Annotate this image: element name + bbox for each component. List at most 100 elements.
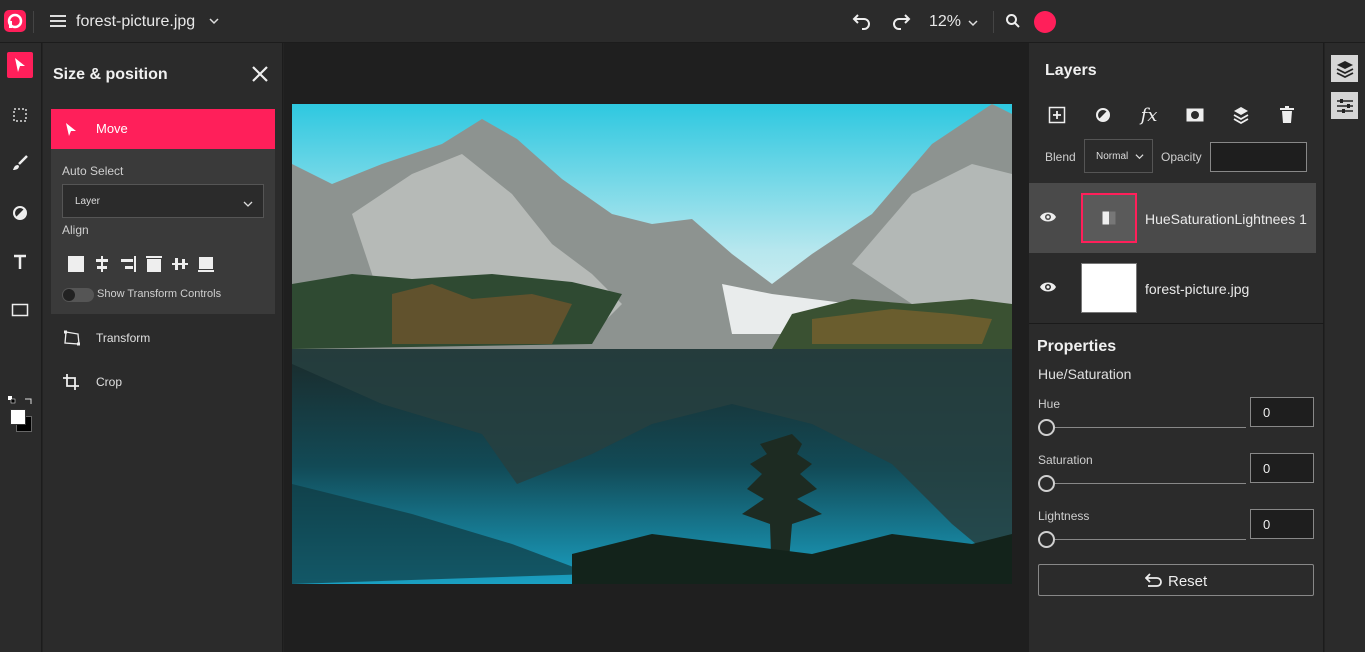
visibility-eye-icon[interactable] bbox=[1039, 280, 1057, 298]
properties-title: Properties bbox=[1037, 338, 1117, 355]
hue-value: 0 bbox=[1263, 405, 1271, 420]
opacity-label: Opacity bbox=[1161, 150, 1202, 164]
show-transform-label: Show Transform Controls bbox=[97, 288, 222, 300]
move-icon bbox=[64, 122, 78, 142]
align-right-icon[interactable] bbox=[119, 255, 137, 273]
left-toolbar bbox=[0, 43, 42, 652]
lightness-input[interactable]: 0 bbox=[1250, 509, 1314, 539]
transform-option[interactable]: Transform bbox=[51, 318, 275, 358]
auto-select-value: Layer bbox=[75, 196, 101, 207]
auto-select-label: Auto Select bbox=[62, 164, 124, 178]
lightness-slider-track[interactable] bbox=[1046, 539, 1246, 540]
layer-item[interactable]: HueSaturationLightnees 1 bbox=[1029, 183, 1316, 253]
reset-icon bbox=[1145, 573, 1162, 587]
auto-select-dropdown[interactable]: Layer bbox=[62, 184, 264, 218]
menu-icon[interactable] bbox=[50, 15, 66, 28]
chevron-down-icon bbox=[1135, 154, 1144, 160]
show-transform-toggle[interactable] bbox=[62, 288, 94, 302]
opacity-input[interactable] bbox=[1210, 142, 1307, 172]
move-tool-icon[interactable] bbox=[7, 52, 33, 78]
color-swatches[interactable] bbox=[8, 396, 34, 432]
swap-colors-icon[interactable] bbox=[24, 396, 33, 405]
layer-item[interactable]: forest-picture.jpg bbox=[1029, 253, 1316, 323]
hue-slider-knob[interactable] bbox=[1038, 419, 1055, 436]
hue-label: Hue bbox=[1038, 397, 1061, 411]
align-buttons bbox=[67, 255, 215, 273]
lightness-label: Lightness bbox=[1038, 509, 1090, 523]
redo-icon[interactable] bbox=[891, 12, 911, 35]
transform-icon bbox=[63, 330, 81, 351]
layer-thumbnail bbox=[1081, 263, 1137, 313]
avatar[interactable] bbox=[1034, 11, 1056, 33]
reset-button[interactable]: Reset bbox=[1038, 564, 1314, 596]
tool-panel: Size & position Move Auto Select Layer A… bbox=[43, 43, 283, 652]
lightness-slider-knob[interactable] bbox=[1038, 531, 1055, 548]
lightness-value: 0 bbox=[1263, 517, 1271, 532]
layer-name: HueSaturationLightnees 1 bbox=[1145, 211, 1307, 227]
saturation-input[interactable]: 0 bbox=[1250, 453, 1314, 483]
move-option[interactable]: Move bbox=[51, 109, 275, 149]
align-center-horizontal-icon[interactable] bbox=[93, 255, 111, 273]
chevron-down-icon[interactable] bbox=[209, 13, 219, 31]
panel-title: Size & position bbox=[53, 66, 168, 83]
canvas-area[interactable] bbox=[284, 43, 1029, 652]
layer-name: forest-picture.jpg bbox=[1145, 281, 1250, 297]
canvas-image[interactable] bbox=[292, 104, 1012, 584]
divider bbox=[1029, 323, 1324, 324]
saturation-slider-knob[interactable] bbox=[1038, 475, 1055, 492]
layers-panel-icon[interactable] bbox=[1331, 55, 1358, 82]
move-options: Auto Select Layer Align Show Transform C… bbox=[51, 149, 275, 314]
crop-option[interactable]: Crop bbox=[51, 362, 275, 402]
blend-label: Blend bbox=[1045, 150, 1076, 164]
marquee-tool-icon[interactable] bbox=[7, 102, 33, 128]
align-left-icon[interactable] bbox=[67, 255, 85, 273]
adjust-tool-icon[interactable] bbox=[7, 200, 33, 226]
right-panel-switcher bbox=[1325, 43, 1365, 652]
saturation-label: Saturation bbox=[1038, 453, 1093, 467]
saturation-slider-track[interactable] bbox=[1046, 483, 1246, 484]
hue-input[interactable]: 0 bbox=[1250, 397, 1314, 427]
layer-tools: fx bbox=[1047, 105, 1297, 126]
align-center-vertical-icon[interactable] bbox=[171, 255, 189, 273]
shape-tool-icon[interactable] bbox=[7, 297, 33, 323]
stack-icon[interactable] bbox=[1231, 105, 1251, 125]
search-icon[interactable] bbox=[1005, 13, 1021, 34]
zoom-level[interactable]: 12% bbox=[929, 13, 961, 31]
mask-icon[interactable] bbox=[1185, 105, 1205, 125]
layers-title: Layers bbox=[1045, 62, 1097, 79]
undo-icon[interactable] bbox=[852, 12, 872, 35]
top-bar: forest-picture.jpg 12% bbox=[0, 0, 1365, 43]
layer-thumbnail bbox=[1081, 193, 1137, 243]
add-layer-icon[interactable] bbox=[1047, 105, 1067, 125]
align-top-icon[interactable] bbox=[145, 255, 163, 273]
app-logo-icon[interactable] bbox=[4, 10, 26, 32]
default-colors-icon[interactable] bbox=[8, 396, 16, 404]
move-label: Move bbox=[96, 121, 128, 136]
blend-mode-dropdown[interactable]: Normal bbox=[1084, 139, 1153, 173]
text-tool-icon[interactable] bbox=[7, 249, 33, 275]
delete-icon[interactable] bbox=[1277, 105, 1297, 125]
properties-subtitle: Hue/Saturation bbox=[1038, 366, 1132, 382]
align-label: Align bbox=[62, 223, 89, 237]
hue-slider-track[interactable] bbox=[1046, 427, 1246, 428]
document-title[interactable]: forest-picture.jpg bbox=[76, 13, 195, 31]
transform-label: Transform bbox=[96, 331, 151, 345]
adjustment-layer-icon bbox=[1102, 211, 1116, 225]
adjustments-panel-icon[interactable] bbox=[1331, 92, 1358, 119]
brush-tool-icon[interactable] bbox=[7, 150, 33, 176]
foreground-color[interactable] bbox=[10, 409, 26, 425]
saturation-value: 0 bbox=[1263, 461, 1271, 476]
reset-label: Reset bbox=[1168, 573, 1208, 590]
zoom-chevron-icon[interactable] bbox=[968, 15, 978, 33]
crop-icon bbox=[63, 374, 79, 395]
align-bottom-icon[interactable] bbox=[197, 255, 215, 273]
divider bbox=[33, 11, 34, 33]
adjustment-layer-icon[interactable] bbox=[1093, 105, 1113, 125]
close-icon[interactable] bbox=[251, 65, 269, 88]
chevron-down-icon bbox=[243, 196, 253, 214]
visibility-eye-icon[interactable] bbox=[1039, 210, 1057, 228]
layers-panel: Layers fx Blend Normal Opacity HueSatura… bbox=[1029, 43, 1324, 652]
fx-icon[interactable]: fx bbox=[1139, 105, 1159, 126]
crop-label: Crop bbox=[96, 375, 123, 389]
divider bbox=[993, 11, 994, 33]
